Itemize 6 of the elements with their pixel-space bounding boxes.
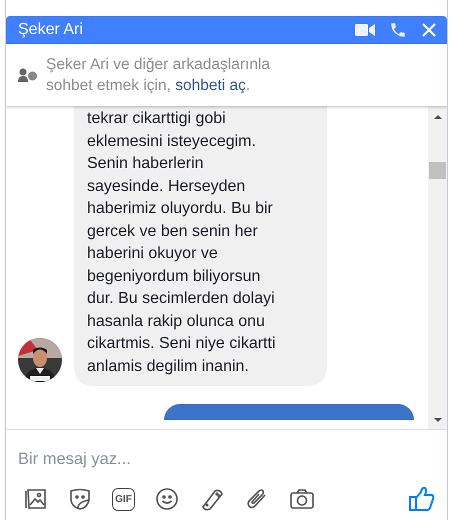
open-chat-link[interactable]: sohbeti aç — [175, 77, 246, 94]
notice-text: Şeker Ari ve diğer arkadaşlarınla sohbet etmek için, sohbeti aç. — [46, 55, 272, 96]
chat-title: Şeker Ari — [18, 21, 84, 39]
gif-button[interactable]: GIF — [112, 488, 135, 510]
message-input[interactable]: Bir mesaj yaz... — [18, 444, 435, 474]
message-text: tekrar cikarttigi gobi eklemesini isteyecegim. Senin haberlerin sayesinde. Herseyden haberimiz oluyordu. Bu bir gercek ve ben senin her haberini okuyor ve begeniyordum biliyorsun dur. Bu secimlerden dolayi hasanla rakip olunca onu cikartmis. Seni niye cikartti anlamis degilim inanin. — [87, 109, 276, 376]
